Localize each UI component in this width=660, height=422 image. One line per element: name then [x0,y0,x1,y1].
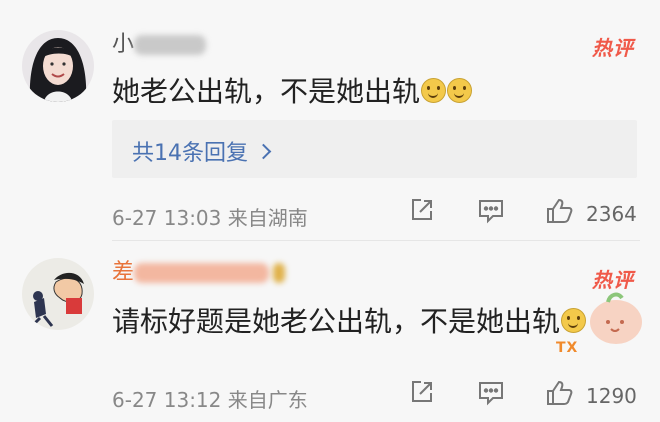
watermark-logo: TX [556,340,579,356]
comment-meta: 6-27 13:03 来自湖南 [112,202,308,231]
like-icon[interactable] [544,196,574,230]
replies-link[interactable]: 共14条回复 [132,135,272,167]
avatar[interactable] [22,30,94,102]
comment-item: 差 热评 请标好题是她老公出轨，不是她出轨 TX 6-27 13:12 来自广东… [0,240,660,422]
comment-icon[interactable] [476,196,506,228]
peach-sticker-icon [578,290,650,348]
smile-emoji-icon [447,78,473,103]
share-icon[interactable] [408,378,436,410]
like-count: 1290 [586,384,637,408]
comment-source: 来自湖南 [227,206,308,230]
username[interactable]: 差 [112,254,286,286]
replies-box[interactable]: 共14条回复 [112,120,637,178]
avatar[interactable] [22,258,94,330]
smile-emoji-icon [421,78,447,103]
comment-item: 小 热评 她老公出轨，不是她出轨 共14条回复 6-27 13:03 来自湖南 … [0,0,660,240]
comment-date: 6-27 13:03 [112,206,222,230]
like-icon[interactable] [544,378,574,412]
comment-text: 她老公出轨，不是她出轨 [112,70,473,110]
like-count: 2364 [586,202,637,226]
comment-text: 请标好题是她老公出轨，不是她出轨 [112,300,587,340]
comment-date: 6-27 13:12 [112,388,222,412]
hot-comment-badge: 热评 [592,36,634,60]
hot-comment-badge: 热评 [592,268,634,292]
username[interactable]: 小 [112,26,207,58]
chevron-right-icon [255,143,272,160]
comment-icon[interactable] [476,378,506,410]
comment-source: 来自广东 [227,388,308,412]
share-icon[interactable] [408,196,436,228]
comment-meta: 6-27 13:12 来自广东 [112,384,308,413]
